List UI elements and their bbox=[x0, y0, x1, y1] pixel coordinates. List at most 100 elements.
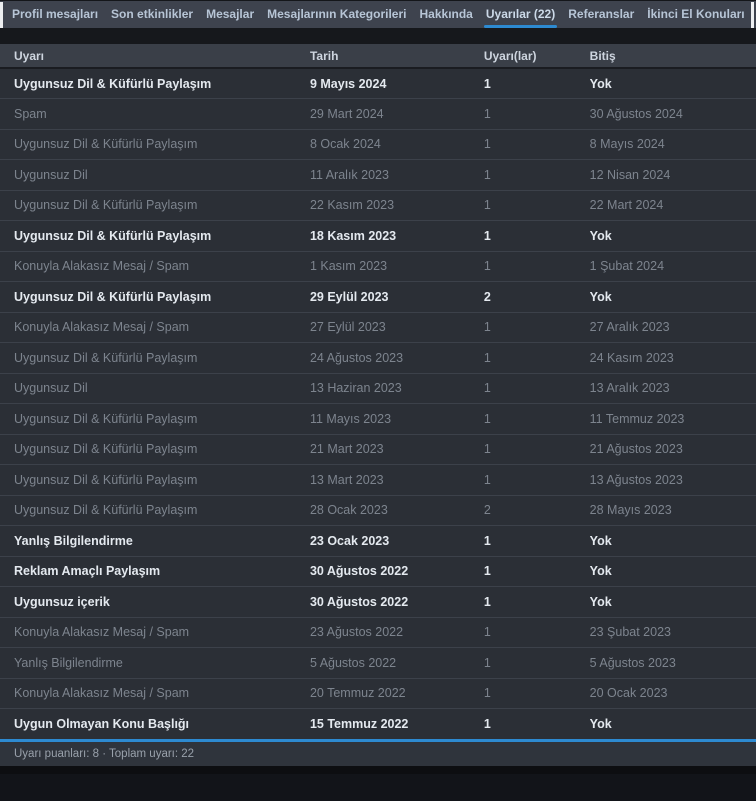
cell-date: 13 Haziran 2023 bbox=[309, 372, 484, 404]
cell-reason: Uygun Olmayan Konu Başlığı bbox=[0, 708, 310, 739]
cell-points: 1 bbox=[483, 433, 590, 465]
table-row: Uygunsuz içerik 30 Ağustos 2022 1 Yok bbox=[0, 586, 756, 617]
cell-reason: Uygunsuz Dil & Küfürlü Paylaşım bbox=[0, 494, 310, 526]
cell-date: 28 Ocak 2023 bbox=[309, 494, 484, 526]
cell-points: 1 bbox=[483, 372, 590, 404]
cell-date: 23 Ağustos 2022 bbox=[309, 616, 484, 648]
table-row: Uygunsuz Dil & Küfürlü Paylaşım 29 Eylül … bbox=[0, 281, 756, 312]
profile-tabs: Profil mesajları Son etkinlikler Mesajlar M… bbox=[0, 0, 756, 28]
cell-expiry: 23 Şubat 2023 bbox=[589, 616, 756, 648]
cell-reason: Yanlış Bilgilendirme bbox=[0, 525, 310, 556]
cell-points: 1 bbox=[483, 616, 590, 648]
cell-date: 30 Ağustos 2022 bbox=[309, 586, 484, 617]
cell-points: 1 bbox=[483, 464, 590, 495]
cell-date: 20 Temmuz 2022 bbox=[309, 677, 484, 709]
column-header-reason: Uyarı bbox=[0, 44, 310, 69]
cell-reason: Uygunsuz Dil & Küfürlü Paylaşım bbox=[0, 68, 310, 99]
cell-reason: Uygunsuz Dil & Küfürlü Paylaşım bbox=[0, 433, 310, 465]
tab-mesajlarinin-kategorileri[interactable]: Mesajlarının Kategorileri bbox=[267, 1, 406, 28]
tab-son-etkinlikler[interactable]: Son etkinlikler bbox=[111, 1, 193, 28]
table-row: Uygunsuz Dil & Küfürlü Paylaşım 13 Mart 2… bbox=[0, 464, 756, 495]
warnings-summary-text: Uyarı puanları: 8 · Toplam uyarı: 22 bbox=[14, 748, 195, 760]
cell-points: 1 bbox=[483, 403, 590, 434]
cell-reason: Uygunsuz Dil & Küfürlü Paylaşım bbox=[0, 189, 310, 221]
tab-profil-mesajlari[interactable]: Profil mesajları bbox=[12, 1, 98, 28]
cell-expiry: 21 Ağustos 2023 bbox=[589, 433, 756, 465]
cell-reason: Spam bbox=[0, 98, 310, 129]
cell-date: 11 Mayıs 2023 bbox=[309, 403, 484, 434]
table-row: Konuyla Alakasız Mesaj / Spam 23 Ağustos … bbox=[0, 616, 756, 648]
cell-expiry: Yok bbox=[589, 525, 756, 556]
cell-date: 29 Mart 2024 bbox=[309, 98, 484, 129]
cell-reason: Uygunsuz Dil & Küfürlü Paylaşım bbox=[0, 403, 310, 434]
cell-points: 1 bbox=[483, 220, 590, 251]
cell-reason: Uygunsuz içerik bbox=[0, 586, 310, 617]
cell-points: 1 bbox=[483, 525, 590, 556]
table-row: Uygun Olmayan Konu Başlığı 15 Temmuz 2022… bbox=[0, 708, 756, 739]
cell-points: 1 bbox=[483, 311, 590, 343]
cell-expiry: 12 Nisan 2024 bbox=[589, 159, 756, 190]
cell-expiry: 1 Şubat 2024 bbox=[589, 250, 756, 282]
cell-expiry: Yok bbox=[589, 555, 756, 587]
cell-reason: Uygunsuz Dil & Küfürlü Paylaşım bbox=[0, 220, 310, 251]
table-row: Konuyla Alakasız Mesaj / Spam 27 Eylül 20… bbox=[0, 311, 756, 343]
cell-reason: Uygunsuz Dil bbox=[0, 372, 310, 404]
cell-reason: Konuyla Alakasız Mesaj / Spam bbox=[0, 311, 310, 343]
cell-expiry: 30 Ağustos 2024 bbox=[589, 98, 756, 129]
tab-referanslar[interactable]: Referanslar bbox=[568, 1, 634, 28]
cell-reason: Uygunsuz Dil & Küfürlü Paylaşım bbox=[0, 342, 310, 373]
cell-expiry: Yok bbox=[589, 708, 756, 739]
tabbar-edge-right bbox=[751, 2, 754, 28]
cell-expiry: Yok bbox=[589, 281, 756, 312]
cell-points: 1 bbox=[483, 159, 590, 190]
cell-expiry: Yok bbox=[589, 220, 756, 251]
column-header-points: Uyarı(lar) bbox=[483, 44, 590, 69]
table-row: Spam 29 Mart 2024 1 30 Ağustos 2024 bbox=[0, 98, 756, 129]
cell-points: 2 bbox=[483, 281, 590, 312]
cell-points: 1 bbox=[483, 708, 590, 739]
cell-expiry: 13 Aralık 2023 bbox=[589, 372, 756, 404]
cell-expiry: Yok bbox=[589, 68, 756, 99]
cell-points: 1 bbox=[483, 250, 590, 282]
cell-expiry: 11 Temmuz 2023 bbox=[589, 403, 756, 434]
table-row: Konuyla Alakasız Mesaj / Spam 20 Temmuz 2… bbox=[0, 677, 756, 709]
cell-date: 21 Mart 2023 bbox=[309, 433, 484, 465]
table-header-row: Uyarı Tarih Uyarı(lar) Bitiş bbox=[0, 44, 756, 69]
cell-points: 1 bbox=[483, 128, 590, 160]
tab-ikinci-el-konulari[interactable]: İkinci El Konuları bbox=[647, 1, 744, 28]
table-row: Uygunsuz Dil 11 Aralık 2023 1 12 Nisan 2024 bbox=[0, 159, 756, 190]
cell-points: 1 bbox=[483, 586, 590, 617]
cell-reason: Konuyla Alakasız Mesaj / Spam bbox=[0, 250, 310, 282]
table-row: Uygunsuz Dil & Küfürlü Paylaşım 28 Ocak 2… bbox=[0, 494, 756, 526]
cell-expiry: 5 Ağustos 2023 bbox=[589, 647, 756, 678]
table-row: Uygunsuz Dil & Küfürlü Paylaşım 21 Mart 2… bbox=[0, 433, 756, 465]
cell-points: 1 bbox=[483, 189, 590, 221]
page-background-gap bbox=[0, 28, 756, 44]
cell-date: 29 Eylül 2023 bbox=[309, 281, 484, 312]
cell-points: 1 bbox=[483, 555, 590, 587]
table-row: Uygunsuz Dil & Küfürlü Paylaşım 22 Kasım … bbox=[0, 189, 756, 221]
table-row: Uygunsuz Dil & Küfürlü Paylaşım 8 Ocak 20… bbox=[0, 128, 756, 160]
cell-date: 13 Mart 2023 bbox=[309, 464, 484, 495]
cell-expiry: 20 Ocak 2023 bbox=[589, 677, 756, 709]
warnings-table-body: Uygunsuz Dil & Küfürlü Paylaşım 9 Mayıs 2… bbox=[0, 68, 756, 739]
warnings-table: Uyarı Tarih Uyarı(lar) Bitiş Uygunsuz Dil &… bbox=[0, 44, 756, 739]
tab-uyarilar[interactable]: Uyarılar (22) bbox=[483, 1, 558, 28]
cell-points: 1 bbox=[483, 647, 590, 678]
cell-points: 1 bbox=[483, 677, 590, 709]
page-bottom-background bbox=[0, 766, 756, 774]
table-row: Uygunsuz Dil 13 Haziran 2023 1 13 Aralık 20… bbox=[0, 372, 756, 404]
cell-reason: Uygunsuz Dil & Küfürlü Paylaşım bbox=[0, 464, 310, 495]
cell-date: 15 Temmuz 2022 bbox=[309, 708, 484, 739]
column-header-expiry: Bitiş bbox=[589, 44, 756, 69]
tabbar-edge-left bbox=[0, 2, 3, 28]
warnings-summary-footer: Uyarı puanları: 8 · Toplam uyarı: 22 bbox=[0, 739, 756, 766]
cell-reason: Reklam Amaçlı Paylaşım bbox=[0, 555, 310, 587]
table-row: Uygunsuz Dil & Küfürlü Paylaşım 18 Kasım … bbox=[0, 220, 756, 251]
tab-hakkinda[interactable]: Hakkında bbox=[420, 1, 473, 28]
cell-points: 1 bbox=[483, 68, 590, 99]
tab-mesajlar[interactable]: Mesajlar bbox=[206, 1, 254, 28]
cell-reason: Yanlış Bilgilendirme bbox=[0, 647, 310, 678]
table-row: Uygunsuz Dil & Küfürlü Paylaşım 24 Ağusto… bbox=[0, 342, 756, 373]
cell-expiry: 24 Kasım 2023 bbox=[589, 342, 756, 373]
